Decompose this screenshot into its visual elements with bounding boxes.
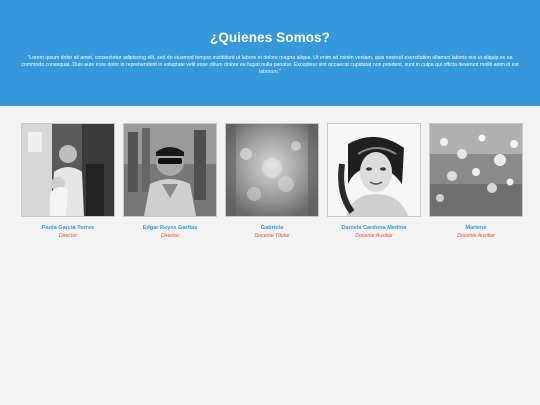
member-name: Daniela Cardona Medina <box>341 225 407 231</box>
member-name: Gabriela <box>260 225 284 231</box>
about-description: "Lorem ipsum dolor sit amet, consectetur… <box>21 55 519 76</box>
member-photo-image <box>226 124 318 216</box>
member-photo-image <box>22 124 114 216</box>
member-photo <box>225 123 319 217</box>
member-photo <box>21 123 115 217</box>
member-role: Director <box>58 233 78 239</box>
team-section: Paola García Torres Director Edgar Reyes… <box>0 106 540 405</box>
member-photo <box>429 123 523 217</box>
member-photo-image <box>124 124 216 216</box>
member-photo <box>123 123 217 217</box>
team-member-card: Gabriela Docente Titular <box>225 123 319 239</box>
member-role: Docente Auxiliar <box>457 233 495 239</box>
member-name: Paola García Torres <box>41 225 95 231</box>
team-member-card: Daniela Cardona Medina Docente Auxiliar <box>327 123 421 239</box>
member-name: Edgar Reyes Garfias <box>142 225 198 231</box>
member-photo-image <box>328 124 420 216</box>
member-role: Docente Auxiliar <box>355 233 393 239</box>
team-member-card: Mariene Docente Auxiliar <box>429 123 523 239</box>
member-photo <box>327 123 421 217</box>
page-title: ¿Quienes Somos? <box>209 30 331 45</box>
about-header: ¿Quienes Somos? "Lorem ipsum dolor sit a… <box>0 0 540 106</box>
team-member-card: Edgar Reyes Garfias Director <box>123 123 217 239</box>
member-role: Docente Titular <box>254 233 290 239</box>
member-photo-image <box>430 124 522 216</box>
team-member-card: Paola García Torres Director <box>21 123 115 239</box>
member-name: Mariene <box>465 225 487 231</box>
member-role: Director <box>160 233 180 239</box>
